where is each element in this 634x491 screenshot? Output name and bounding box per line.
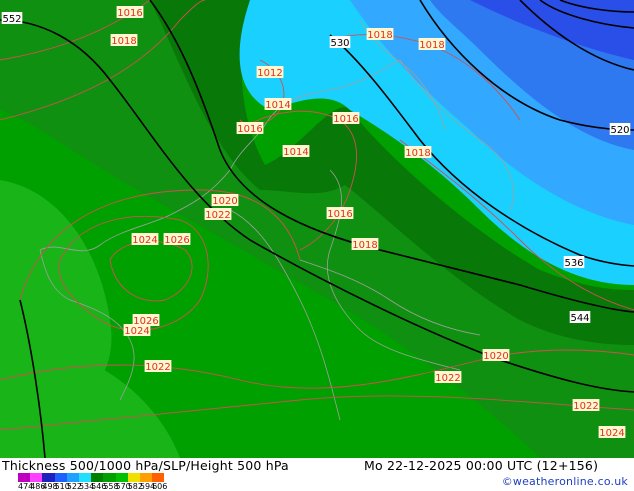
slp-label-text: 1016 bbox=[117, 8, 142, 19]
height-label-text: 536 bbox=[564, 258, 583, 269]
slp-label-text: 1024 bbox=[124, 326, 149, 337]
slp-label-text: 1014 bbox=[283, 147, 308, 158]
slp-label: 1016 bbox=[332, 112, 360, 125]
slp-label: 1022 bbox=[572, 399, 600, 412]
slp-label: 1022 bbox=[434, 371, 462, 384]
height-label: 520 bbox=[609, 123, 631, 136]
height-label: 544 bbox=[569, 311, 591, 324]
slp-label: 1016 bbox=[116, 6, 144, 19]
slp-label-text: 1014 bbox=[265, 100, 290, 111]
map-footer: Thickness 500/1000 hPa/SLP/Height 500 hP… bbox=[0, 458, 634, 491]
legend-swatch bbox=[91, 473, 104, 482]
legend-swatch bbox=[139, 473, 153, 482]
color-legend bbox=[18, 473, 165, 482]
height-label-text: 520 bbox=[610, 125, 629, 136]
height-label-text: 530 bbox=[330, 38, 349, 49]
slp-label: 1014 bbox=[264, 98, 292, 111]
slp-label: 1024 bbox=[598, 426, 626, 439]
slp-label: 1012 bbox=[256, 66, 284, 79]
slp-label: 1018 bbox=[110, 34, 138, 47]
slp-label: 1016 bbox=[236, 122, 264, 135]
valid-time: Mo 22-12-2025 00:00 UTC (12+156) bbox=[364, 458, 599, 473]
height-label-text: 552 bbox=[2, 14, 21, 25]
legend-swatch bbox=[103, 473, 116, 482]
slp-label-text: 1020 bbox=[212, 196, 237, 207]
slp-label: 1020 bbox=[482, 349, 510, 362]
map-canvas: 1016 1018 1018 1018 1012 1014 1016 1016 1014 1018… bbox=[0, 0, 634, 458]
slp-label-text: 1016 bbox=[333, 114, 358, 125]
slp-label: 1014 bbox=[282, 145, 310, 158]
slp-label: 1022 bbox=[204, 208, 232, 221]
slp-label-text: 1022 bbox=[205, 210, 230, 221]
height-label: 552 bbox=[1, 12, 23, 25]
slp-label: 1018 bbox=[404, 146, 432, 159]
copyright-link[interactable]: ©weatheronline.co.uk bbox=[502, 475, 628, 488]
height-label: 530 bbox=[329, 36, 351, 49]
slp-label-text: 1024 bbox=[599, 428, 624, 439]
slp-label-text: 1016 bbox=[327, 209, 352, 220]
slp-label-text: 1022 bbox=[145, 362, 170, 373]
slp-label: 1016 bbox=[326, 207, 354, 220]
slp-label: 1020 bbox=[211, 194, 239, 207]
slp-label-text: 1018 bbox=[419, 40, 444, 51]
slp-label-text: 1020 bbox=[483, 351, 508, 362]
slp-label-text: 1016 bbox=[237, 124, 262, 135]
slp-label: 1024 bbox=[123, 324, 151, 337]
slp-label-text: 1022 bbox=[573, 401, 598, 412]
slp-label: 1024 bbox=[131, 233, 159, 246]
legend-swatch bbox=[127, 473, 140, 482]
slp-label: 1018 bbox=[351, 238, 379, 251]
product-title: Thickness 500/1000 hPa/SLP/Height 500 hP… bbox=[2, 458, 289, 473]
legend-swatch bbox=[115, 473, 128, 482]
height-label: 536 bbox=[563, 256, 585, 269]
legend-swatch bbox=[30, 473, 43, 482]
weather-map: 1016 1018 1018 1018 1012 1014 1016 1016 1014 1018… bbox=[0, 0, 634, 458]
legend-swatch bbox=[78, 473, 92, 482]
slp-label-text: 1022 bbox=[435, 373, 460, 384]
slp-label-text: 1018 bbox=[352, 240, 377, 251]
legend-swatch bbox=[152, 473, 165, 482]
slp-label-text: 1012 bbox=[257, 68, 282, 79]
slp-label: 1022 bbox=[144, 360, 172, 373]
legend-swatch bbox=[66, 473, 79, 482]
slp-label-text: 1026 bbox=[164, 235, 189, 246]
slp-label: 1018 bbox=[366, 28, 394, 41]
slp-label-text: 1018 bbox=[405, 148, 430, 159]
legend-swatch bbox=[18, 473, 31, 482]
slp-label: 1018 bbox=[418, 38, 446, 51]
slp-label-text: 1024 bbox=[132, 235, 157, 246]
legend-swatch bbox=[42, 473, 55, 482]
slp-label-text: 1018 bbox=[367, 30, 392, 41]
height-label-text: 544 bbox=[570, 313, 589, 324]
legend-swatch bbox=[54, 473, 67, 482]
slp-label: 1026 bbox=[163, 233, 191, 246]
slp-label-text: 1018 bbox=[111, 36, 136, 47]
